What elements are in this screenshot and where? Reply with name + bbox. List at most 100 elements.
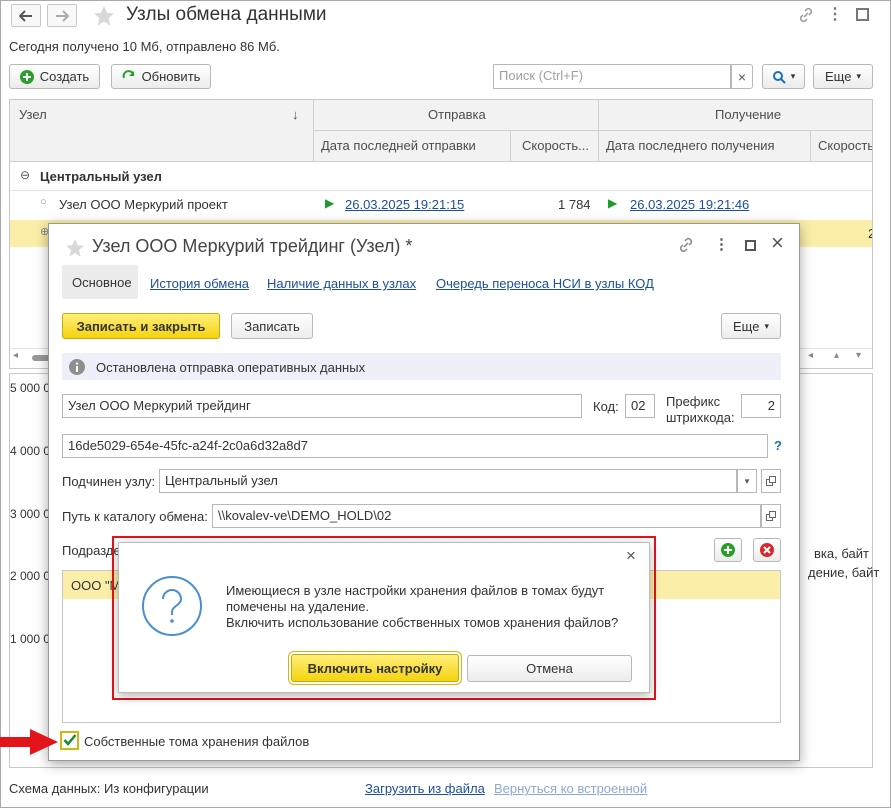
link-icon[interactable]	[798, 7, 814, 23]
back-button[interactable]	[11, 4, 41, 27]
form-title: Узел ООО Меркурий трейдинг (Узел) *	[92, 236, 413, 256]
column-header-node[interactable]: Узел	[19, 107, 47, 122]
send-date-link[interactable]: 26.03.2025 19:21:15	[345, 197, 464, 212]
column-group-send: Отправка	[428, 107, 486, 122]
maximize-icon[interactable]	[745, 240, 756, 251]
red-arrow-icon	[0, 729, 58, 755]
refresh-icon	[122, 69, 135, 78]
exchange-path-field[interactable]: \\kovalev-ve\DEMO_HOLD\02	[212, 504, 761, 528]
guid-field[interactable]: 16de5029-654e-45fc-a24f-2c0a6d32a8d7	[62, 434, 768, 458]
plus-circle-icon	[19, 69, 34, 84]
dialog-close-icon[interactable]: ×	[626, 546, 636, 566]
own-storage-checkbox[interactable]	[60, 731, 79, 750]
exchange-path-label: Путь к каталогу обмена:	[62, 509, 208, 524]
plus-circle-icon	[721, 543, 735, 557]
sort-icon[interactable]: ↓	[292, 107, 299, 122]
save-button[interactable]: Записать	[231, 313, 313, 339]
star-icon[interactable]	[65, 238, 85, 258]
receive-speed-fragment: 2	[868, 226, 872, 241]
confirm-dialog: × Имеющиеся в узле настройки хранения фа…	[118, 542, 650, 693]
maximize-icon[interactable]	[856, 8, 869, 21]
window-title: Узлы обмена данными	[126, 4, 327, 25]
create-button[interactable]: Создать	[9, 64, 100, 89]
group-row-central[interactable]: Центральный узел	[40, 169, 162, 184]
scroll-left-icon[interactable]: ◂	[808, 350, 813, 361]
link-icon[interactable]	[678, 237, 694, 253]
form-more-label: Еще	[733, 318, 760, 334]
column-header-last-receive[interactable]: Дата последнего получения	[606, 138, 775, 153]
search-input[interactable]: Поиск (Ctrl+F)	[493, 64, 731, 89]
open-icon	[766, 476, 776, 486]
arrow-right-icon	[56, 9, 69, 22]
dialog-text-line2: помечены на удаление.	[226, 599, 370, 614]
tab-main-label: Основное	[72, 275, 132, 290]
schema-value: Из конфигурации	[104, 781, 209, 796]
info-banner: Остановлена отправка оперативных данных	[62, 353, 781, 380]
parent-node-open[interactable]	[761, 469, 781, 493]
tab-nsi-queue[interactable]: Очередь переноса НСИ в узлы КОД	[436, 276, 654, 291]
column-header-send-speed[interactable]: Скорость...	[522, 138, 589, 153]
star-icon[interactable]	[93, 5, 115, 27]
add-subdivision-button[interactable]	[714, 538, 742, 562]
more-button[interactable]: Еще ▾	[813, 64, 873, 89]
traffic-info: Сегодня получено 10 Мб, отправлено 86 Мб…	[9, 39, 280, 54]
scroll-down-icon[interactable]: ▾	[856, 350, 861, 361]
more-icon[interactable]: ⋮	[827, 4, 843, 24]
code-label: Код:	[593, 399, 619, 414]
y-tick-label: 4 000 0	[10, 444, 51, 458]
barcode-prefix-field[interactable]: 2	[741, 394, 781, 418]
dialog-cancel-button[interactable]: Отмена	[467, 655, 632, 682]
parent-node-dropdown[interactable]: ▾	[737, 469, 757, 493]
close-icon[interactable]: ×	[771, 230, 784, 256]
tab-main[interactable]: Основное	[62, 265, 138, 299]
name-field[interactable]: Узел ООО Меркурий трейдинг	[62, 394, 582, 418]
delete-icon	[760, 543, 774, 557]
table-row[interactable]: ○ Узел ООО Меркурий проект ▶ 26.03.2025 …	[10, 191, 872, 220]
open-icon	[766, 511, 776, 521]
info-text: Остановлена отправка оперативных данных	[96, 360, 366, 375]
load-from-file-link[interactable]: Загрузить из файла	[365, 781, 485, 796]
legend-receive: дение, байт	[808, 565, 880, 580]
legend-send: вка, байт	[814, 546, 869, 561]
form-more-button[interactable]: Еще ▾	[721, 313, 781, 339]
play-icon: ▶	[608, 196, 618, 210]
more-icon[interactable]: ⋮	[714, 235, 729, 253]
chevron-down-icon: ▾	[744, 475, 750, 486]
row-node-name: Узел ООО Меркурий проект	[59, 197, 228, 212]
enable-setting-button[interactable]: Включить настройку	[291, 654, 459, 682]
checkmark-icon	[63, 734, 77, 746]
column-group-receive: Получение	[715, 107, 782, 122]
tab-data-presence[interactable]: Наличие данных в узлах	[267, 276, 416, 291]
delete-subdivision-button[interactable]	[753, 538, 781, 562]
y-tick-label: 3 000 0	[10, 507, 51, 521]
save-close-button[interactable]: Записать и закрыть	[62, 313, 220, 339]
exchange-path-open[interactable]	[761, 504, 781, 528]
revert-builtin-link[interactable]: Вернуться ко встроенной	[494, 781, 647, 796]
node-status-icon: ○	[40, 196, 47, 208]
clear-search-button[interactable]: ×	[731, 64, 753, 89]
question-icon	[142, 576, 202, 636]
collapse-icon[interactable]: ⊖	[20, 168, 30, 182]
clear-icon: ×	[737, 68, 747, 85]
refresh-button[interactable]: Обновить	[111, 64, 211, 89]
help-icon[interactable]: ?	[774, 438, 782, 453]
tab-history[interactable]: История обмена	[150, 276, 249, 291]
dialog-text-line3: Включить использование собственных томов…	[226, 615, 619, 630]
code-field[interactable]: 02	[625, 394, 655, 418]
scroll-up-icon[interactable]: ▴	[834, 350, 839, 361]
receive-date-link[interactable]: 26.03.2025 19:21:46	[630, 197, 749, 212]
y-tick-label: 2 000 0	[10, 569, 51, 583]
y-tick-label: 1 000 0	[10, 632, 51, 646]
schema-label: Схема данных:	[9, 781, 101, 796]
create-label: Создать	[39, 69, 90, 84]
column-header-receive-speed[interactable]: Скорость	[818, 138, 872, 153]
chevron-down-icon: ▾	[764, 320, 769, 331]
forward-button[interactable]	[47, 4, 77, 27]
column-header-last-send[interactable]: Дата последней отправки	[321, 138, 476, 153]
parent-node-label: Подчинен узлу:	[62, 474, 156, 489]
parent-node-field[interactable]: Центральный узел	[159, 469, 737, 493]
prefix-label-line1: Префикс	[666, 394, 721, 409]
send-speed-value: 1 784	[558, 197, 591, 212]
search-button[interactable]: ▾	[762, 64, 805, 89]
y-tick-label: 5 000 0	[10, 381, 51, 395]
